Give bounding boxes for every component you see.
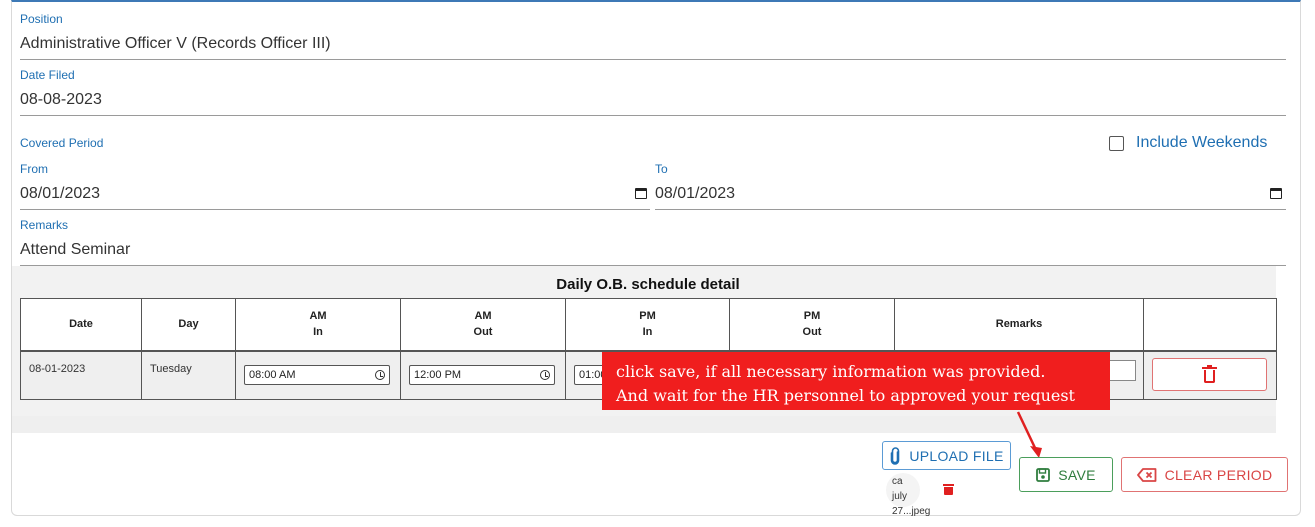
am-in-time-input[interactable]: 08:00 AM — [244, 365, 390, 386]
delete-row-button[interactable] — [1152, 358, 1267, 391]
am-out-time-input[interactable]: 12:00 PM — [409, 365, 555, 386]
row-date: 08-01-2023 — [20, 350, 142, 400]
floppy-disk-icon — [1036, 467, 1051, 482]
save-button[interactable]: SAVE — [1019, 457, 1113, 492]
clear-period-label: CLEAR PERIOD — [1164, 466, 1273, 483]
remarks-label: Remarks — [20, 218, 69, 232]
trash-icon — [1202, 364, 1217, 383]
upload-file-label: UPLOAD FILE — [909, 447, 1004, 464]
header-pm-in: PM In — [565, 298, 730, 352]
instruction-tooltip: click save, if all necessary information… — [602, 352, 1110, 410]
calendar-icon[interactable] — [1269, 187, 1283, 200]
header-date: Date — [20, 298, 142, 352]
schedule-scrollbar[interactable] — [12, 416, 1276, 433]
attachment-name-line-1: ca july — [892, 476, 908, 502]
position-label: Position — [20, 12, 63, 26]
to-underline — [655, 209, 1286, 210]
attachment-chip[interactable]: ca july 27...jpeg — [886, 473, 930, 517]
header-am-in: AM In — [235, 298, 401, 352]
remarks-field[interactable]: Attend Seminar — [20, 241, 130, 259]
from-underline — [20, 209, 650, 210]
from-label: From — [20, 162, 48, 176]
clock-icon — [540, 370, 550, 381]
from-date-input[interactable]: 08/01/2023 — [20, 185, 100, 203]
position-underline — [20, 59, 1286, 60]
table-header-row: Date Day AM In AM Out PM In PM Out Remarks — [20, 298, 1277, 352]
backspace-icon — [1136, 467, 1156, 482]
tooltip-line-1: click save, if all necessary information… — [616, 362, 1046, 381]
to-label: To — [655, 162, 668, 176]
calendar-icon[interactable] — [634, 187, 648, 200]
upload-file-button[interactable]: UPLOAD FILE — [882, 441, 1011, 470]
date-filed-field[interactable]: 08-08-2023 — [20, 91, 102, 109]
header-pm-out: PM Out — [729, 298, 895, 352]
position-field[interactable]: Administrative Officer V (Records Office… — [20, 35, 331, 53]
clock-icon — [375, 370, 385, 381]
attachment-name-line-2: 27...jpeg — [892, 506, 931, 517]
covered-period-label: Covered Period — [20, 136, 104, 150]
ob-form-card — [11, 0, 1301, 516]
remove-attachment-icon[interactable] — [943, 484, 954, 495]
header-remarks: Remarks — [894, 298, 1144, 352]
header-day: Day — [141, 298, 236, 352]
row-am-out-cell: 12:00 PM — [400, 350, 566, 400]
date-filed-label: Date Filed — [20, 68, 75, 82]
tooltip-line-2: And wait for the HR personnel to approve… — [616, 386, 1075, 405]
header-actions — [1143, 298, 1277, 352]
paperclip-icon — [891, 446, 900, 465]
include-weekends-label[interactable]: Include Weekends — [1136, 134, 1267, 152]
arrow-icon — [1016, 411, 1042, 458]
row-am-in-cell: 08:00 AM — [235, 350, 401, 400]
row-day: Tuesday — [141, 350, 236, 400]
clear-period-button[interactable]: CLEAR PERIOD — [1121, 457, 1288, 492]
save-label: SAVE — [1058, 466, 1096, 483]
to-date-input[interactable]: 08/01/2023 — [655, 185, 735, 203]
schedule-title: Daily O.B. schedule detail — [556, 276, 740, 293]
include-weekends-checkbox[interactable] — [1109, 136, 1124, 151]
date-filed-underline — [20, 115, 1286, 116]
header-am-out: AM Out — [400, 298, 566, 352]
